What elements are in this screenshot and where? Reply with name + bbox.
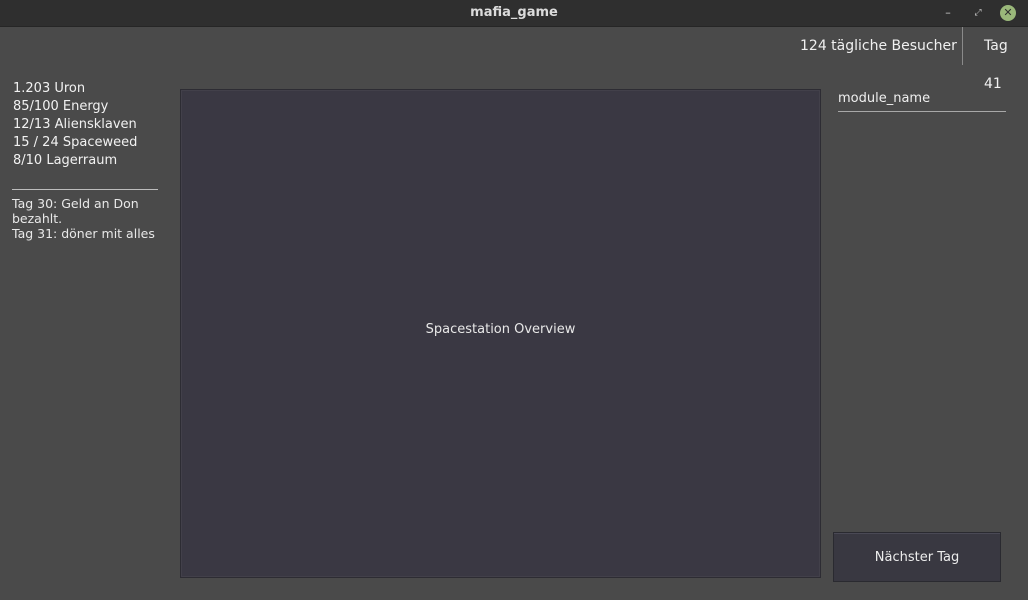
daily-visitors: 124 tägliche Besucher [800,38,957,54]
game-window: mafia_game – ⤢ ✕ 124 tägliche Besucher T… [0,0,1028,600]
window-title: mafia_game [470,5,558,20]
viewport-label: Spacestation Overview [425,322,576,337]
close-icon[interactable]: ✕ [1000,5,1016,21]
log-entry: Tag 31: döner mit alles [12,226,155,241]
stat-lagerraum: 8/10 Lagerraum [13,153,118,168]
resource-stats: 1.203 Uron 85/100 Energy 12/13 Alienskla… [13,80,137,170]
event-log: Tag 30: Geld an Don bezahlt. Tag 31: dön… [12,196,162,241]
next-day-button[interactable]: Nächster Tag [833,532,1001,582]
stat-spaceweed: 15 / 24 Spaceweed [13,135,138,150]
stat-uron: 1.203 Uron [13,81,86,96]
day-counter: Tag 41 [984,38,1008,92]
spacestation-viewport[interactable]: Spacestation Overview [180,89,821,578]
title-bar: mafia_game – ⤢ ✕ [0,0,1028,27]
header-divider [962,27,963,65]
stat-energy: 85/100 Energy [13,99,109,114]
minimize-icon[interactable]: – [940,5,956,21]
maximize-icon[interactable]: ⤢ [970,5,986,21]
stats-divider [12,189,158,190]
log-entry: Tag 30: Geld an Don bezahlt. [12,196,139,226]
module-name-label: module_name [838,90,1006,112]
stat-aliensklaven: 12/13 Aliensklaven [13,117,137,132]
